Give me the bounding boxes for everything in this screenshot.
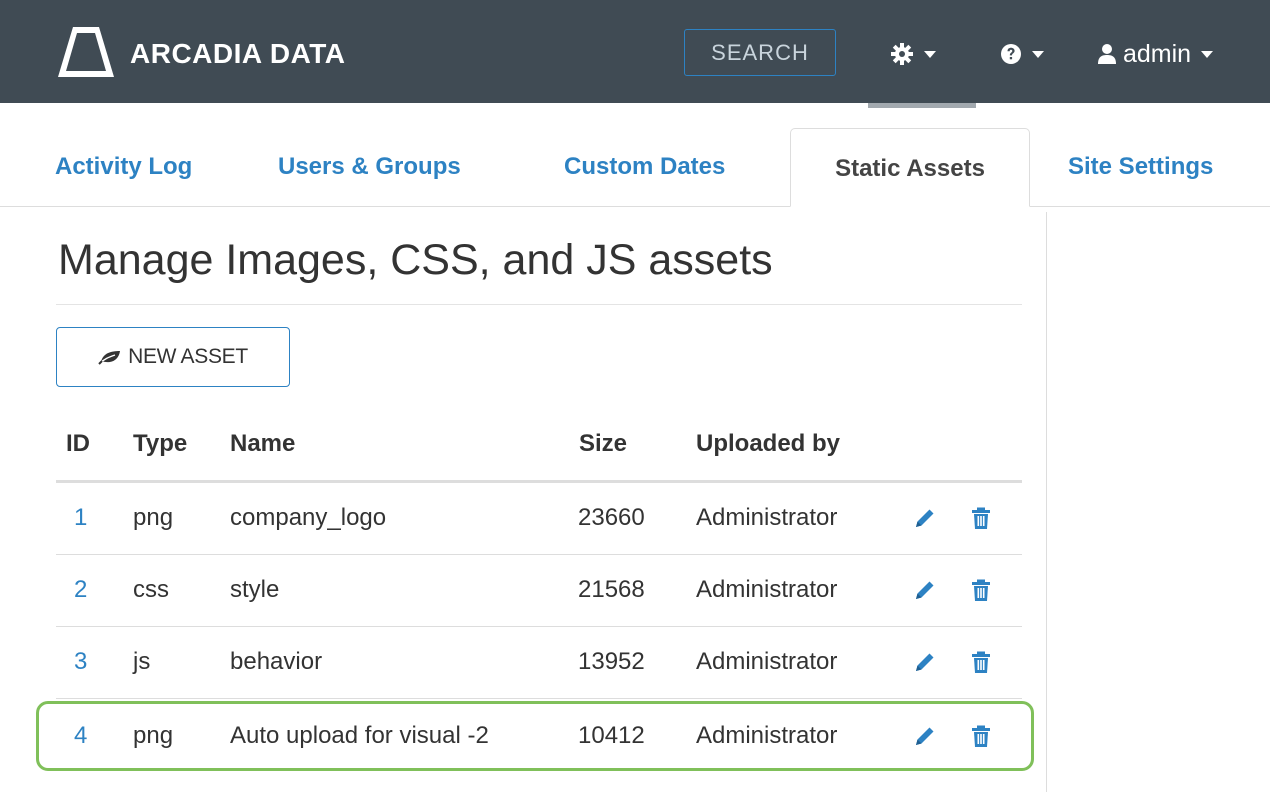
active-menu-indicator: [868, 103, 976, 108]
column-header-name[interactable]: Name: [230, 424, 295, 464]
column-header-type[interactable]: Type: [133, 424, 187, 464]
search-button[interactable]: SEARCH: [684, 29, 836, 76]
pencil-icon[interactable]: [913, 506, 937, 530]
cell-type: js: [133, 648, 151, 675]
cell-size: 21568: [578, 576, 645, 603]
arcadia-logo-icon[interactable]: [56, 24, 116, 80]
trash-icon[interactable]: [969, 578, 993, 602]
trash-icon[interactable]: [969, 506, 993, 530]
top-navbar: ARCADIA DATA SEARCH admin: [0, 0, 1270, 103]
user-menu[interactable]: admin: [1097, 32, 1214, 76]
pencil-icon[interactable]: [913, 650, 937, 674]
column-header-id[interactable]: ID: [66, 424, 90, 464]
cell-name: style: [230, 576, 280, 603]
tab-users-groups[interactable]: Users & Groups: [278, 144, 461, 190]
cell-size: 13952: [578, 648, 645, 675]
column-header-uploaded-by[interactable]: Uploaded by: [696, 424, 840, 464]
row-divider: [56, 698, 1022, 699]
tab-activity-log[interactable]: Activity Log: [55, 144, 192, 190]
table-row: 3 js behavior 13952 Administrator: [56, 627, 1022, 697]
panel-divider: [1046, 212, 1047, 792]
table-row: 1 png company_logo 23660 Administrator: [56, 483, 1022, 553]
chevron-down-icon: [1201, 50, 1214, 58]
new-asset-label: NEW ASSET: [128, 345, 248, 368]
tab-site-settings[interactable]: Site Settings: [1068, 144, 1213, 190]
user-name: admin: [1123, 39, 1192, 68]
cell-id[interactable]: 3: [74, 627, 87, 697]
cell-type: css: [133, 576, 169, 603]
leaf-icon: [98, 351, 121, 365]
chevron-down-icon: [924, 50, 936, 58]
column-header-size[interactable]: Size: [579, 424, 627, 464]
cell-name: company_logo: [230, 504, 387, 531]
title-divider: [56, 304, 1022, 305]
cell-size: 23660: [578, 504, 645, 531]
table-row: 2 css style 21568 Administrator: [56, 555, 1022, 625]
cell-uploaded-by: Administrator: [696, 576, 838, 603]
new-asset-button[interactable]: NEW ASSET: [56, 327, 290, 387]
tab-static-assets[interactable]: Static Assets: [790, 128, 1030, 207]
settings-menu[interactable]: [890, 32, 936, 76]
brand-name[interactable]: ARCADIA DATA: [130, 34, 345, 74]
chevron-down-icon: [1032, 50, 1044, 58]
cell-uploaded-by: Administrator: [696, 504, 838, 531]
cell-uploaded-by: Administrator: [696, 648, 838, 675]
page-title: Manage Images, CSS, and JS assets: [58, 236, 773, 284]
tabs-divider: [0, 206, 1270, 207]
user-icon: [1098, 44, 1116, 64]
cell-id[interactable]: 1: [74, 483, 87, 553]
trash-icon[interactable]: [969, 650, 993, 674]
help-menu[interactable]: [1000, 32, 1044, 76]
cell-type: png: [133, 504, 174, 531]
tab-custom-dates[interactable]: Custom Dates: [564, 144, 725, 190]
row-highlight: [36, 701, 1034, 771]
cell-name: behavior: [230, 648, 323, 675]
pencil-icon[interactable]: [913, 578, 937, 602]
gear-icon: [891, 43, 913, 65]
cell-id[interactable]: 2: [74, 555, 87, 625]
question-circle-icon: [1001, 44, 1021, 64]
